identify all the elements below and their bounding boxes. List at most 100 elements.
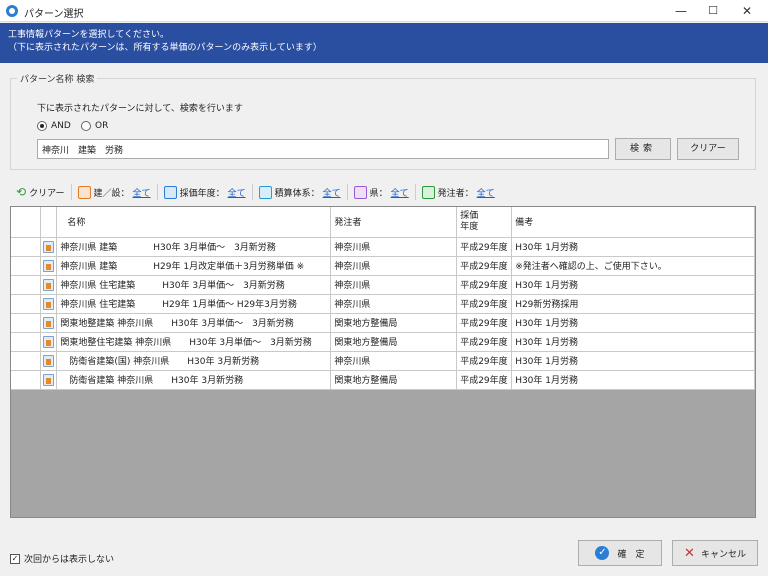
close-icon[interactable]: ✕ bbox=[732, 2, 762, 20]
building-pattern-icon bbox=[43, 316, 55, 329]
pattern-icon-cell bbox=[40, 370, 58, 390]
check-circle-icon: ✓ bbox=[595, 546, 610, 560]
or-radio-option[interactable]: OR bbox=[81, 121, 108, 131]
refresh-icon: ⟲ bbox=[16, 185, 27, 199]
row-price-year: 平成29年度 bbox=[456, 370, 513, 390]
estimate-system-icon bbox=[258, 185, 272, 199]
table-row[interactable]: 神奈川県 建築 H30年 3月単価～ 3月新労務 神奈川県 平成29年度 H30年 1… bbox=[11, 237, 755, 257]
pattern-icon-cell bbox=[40, 332, 58, 352]
dont-show-again-checkbox[interactable]: ✓ bbox=[10, 553, 20, 564]
pattern-icon-cell bbox=[40, 275, 58, 295]
row-price-year: 平成29年度 bbox=[456, 237, 513, 257]
search-group-title: パターン名称 検索 bbox=[17, 72, 98, 85]
filter-clear-button[interactable]: ⟲ クリアー bbox=[10, 184, 72, 200]
filter-prefecture: 県： 全て bbox=[348, 184, 416, 200]
or-radio[interactable] bbox=[81, 121, 91, 131]
filter-price-year: 採価年度： 全て bbox=[158, 184, 253, 200]
row-note: H29新労務採用 bbox=[511, 294, 755, 314]
banner-line-2: （下に表示されたパターンは、所有する単価のパターンのみ表示しています） bbox=[8, 43, 322, 53]
header-orderer[interactable]: 発注者 bbox=[330, 207, 458, 238]
row-selector[interactable] bbox=[11, 351, 42, 371]
row-name: 神奈川県 建築 H30年 3月単価～ 3月新労務 bbox=[56, 237, 332, 257]
row-selector[interactable] bbox=[11, 294, 42, 314]
row-selector[interactable] bbox=[11, 370, 42, 390]
table-row[interactable]: 防衛省建築 神奈川県 H30年 3月新労務 関東地方整備局 平成29年度 H30年 1… bbox=[11, 370, 755, 390]
row-price-year: 平成29年度 bbox=[456, 313, 513, 333]
filter-toolbar: ⟲ クリアー 建／設： 全て 採価年度： 全て 積算体系： 全て 県： 全て 発… bbox=[10, 182, 756, 202]
row-selector[interactable] bbox=[11, 313, 42, 333]
row-selector[interactable] bbox=[11, 275, 42, 295]
filter-clear-label: クリアー bbox=[29, 188, 65, 199]
building-pattern-icon bbox=[43, 259, 55, 272]
confirm-button[interactable]: ✓ 確 定 bbox=[578, 540, 662, 566]
row-orderer: 関東地方整備局 bbox=[330, 332, 458, 352]
table-row[interactable]: 神奈川県 建築 H29年 1月改定単価＋3月労務単価 ※ 神奈川県 平成29年度 ※発… bbox=[11, 256, 755, 276]
row-price-year: 平成29年度 bbox=[456, 275, 513, 295]
row-note: H30年 1月労務 bbox=[511, 332, 755, 352]
search-button[interactable]: 検索 bbox=[615, 138, 671, 160]
filter-build-type: 建／設： 全て bbox=[72, 184, 158, 200]
header-icon bbox=[40, 207, 58, 238]
cancel-label: キャンセル bbox=[700, 549, 746, 560]
header-selector bbox=[11, 207, 42, 238]
table-header-row: 名称 発注者 採価 年度 備考 bbox=[11, 207, 755, 238]
header-name[interactable]: 名称 bbox=[56, 207, 332, 238]
row-orderer: 神奈川県 bbox=[330, 237, 458, 257]
instruction-banner: 工事情報パターンを選択してください。 （下に表示されたパターンは、所有する単価の… bbox=[0, 23, 768, 63]
filter-prefecture-link[interactable]: 全て bbox=[391, 186, 409, 199]
table-row[interactable]: 神奈川県 住宅建築 H30年 3月単価～ 3月新労務 神奈川県 平成29年度 H30年… bbox=[11, 275, 755, 295]
table-row[interactable]: 関東地整住宅建築 神奈川県 H30年 3月単価～ 3月新労務 関東地方整備局 平成2… bbox=[11, 332, 755, 352]
building-pattern-icon bbox=[43, 335, 55, 348]
and-radio-option[interactable]: AND bbox=[37, 121, 71, 131]
table-row[interactable]: 神奈川県 住宅建築 H29年 1月単価～ H29年3月労務 神奈川県 平成29年度 H… bbox=[11, 294, 755, 314]
banner-line-1: 工事情報パターンを選択してください。 bbox=[8, 30, 170, 40]
row-orderer: 神奈川県 bbox=[330, 275, 458, 295]
filter-estimate-system: 積算体系： 全て bbox=[253, 184, 348, 200]
header-note[interactable]: 備考 bbox=[511, 207, 755, 238]
row-note: ※発注者へ確認の上、ご使用下さい。 bbox=[511, 256, 755, 276]
table-row[interactable]: 防衛省建築(国) 神奈川県 H30年 3月新労務 神奈川県 平成29年度 H30年 1… bbox=[11, 351, 755, 371]
filter-build-type-label: 建／設： bbox=[93, 188, 130, 199]
row-selector[interactable] bbox=[11, 237, 42, 257]
pattern-icon-cell bbox=[40, 256, 58, 276]
filter-estimate-system-link[interactable]: 全て bbox=[323, 186, 341, 199]
search-input[interactable] bbox=[37, 139, 609, 159]
row-price-year: 平成29年度 bbox=[456, 294, 513, 314]
row-orderer: 関東地方整備局 bbox=[330, 370, 458, 390]
and-radio[interactable] bbox=[37, 121, 47, 131]
maximize-icon[interactable]: ☐ bbox=[698, 2, 728, 20]
search-clear-button[interactable]: クリアー bbox=[677, 138, 739, 160]
building-pattern-icon bbox=[43, 297, 55, 310]
filter-orderer-label: 発注者： bbox=[437, 188, 474, 199]
filter-orderer: 発注者： 全て bbox=[416, 184, 501, 200]
pattern-icon-cell bbox=[40, 313, 58, 333]
row-name: 関東地整住宅建築 神奈川県 H30年 3月単価～ 3月新労務 bbox=[56, 332, 332, 352]
dont-show-again-label: 次回からは表示しない bbox=[24, 555, 115, 565]
pattern-icon-cell bbox=[40, 294, 58, 314]
row-name: 防衛省建築 神奈川県 H30年 3月新労務 bbox=[56, 370, 332, 390]
row-note: H30年 1月労務 bbox=[511, 275, 755, 295]
dont-show-again-option[interactable]: ✓ 次回からは表示しない bbox=[10, 552, 114, 565]
filter-orderer-link[interactable]: 全て bbox=[477, 186, 495, 199]
filter-price-year-label: 採価年度： bbox=[179, 188, 225, 199]
window-title: パターン選択 bbox=[24, 9, 84, 20]
cancel-button[interactable]: ✕ キャンセル bbox=[672, 540, 758, 566]
filter-price-year-link[interactable]: 全て bbox=[228, 186, 246, 199]
pattern-table: 名称 発注者 採価 年度 備考 神奈川県 建築 H30年 3月単価～ 3月新労務… bbox=[11, 207, 755, 390]
filter-prefecture-label: 県： bbox=[369, 188, 388, 199]
filter-build-type-link[interactable]: 全て bbox=[133, 186, 151, 199]
building-pattern-icon bbox=[43, 373, 55, 386]
minimize-icon[interactable]: — bbox=[666, 2, 696, 20]
row-price-year: 平成29年度 bbox=[456, 332, 513, 352]
and-label: AND bbox=[51, 121, 71, 131]
building-type-icon bbox=[77, 185, 91, 199]
row-selector[interactable] bbox=[11, 332, 42, 352]
row-orderer: 神奈川県 bbox=[330, 351, 458, 371]
app-icon bbox=[6, 5, 18, 17]
pattern-grid[interactable]: 名称 発注者 採価 年度 備考 神奈川県 建築 H30年 3月単価～ 3月新労務… bbox=[10, 206, 756, 518]
building-pattern-icon bbox=[43, 240, 55, 253]
header-price-year[interactable]: 採価 年度 bbox=[456, 207, 513, 238]
row-selector[interactable] bbox=[11, 256, 42, 276]
filter-estimate-system-label: 積算体系： bbox=[274, 188, 320, 199]
table-row[interactable]: 関東地整建築 神奈川県 H30年 3月単価～ 3月新労務 関東地方整備局 平成29年… bbox=[11, 313, 755, 333]
